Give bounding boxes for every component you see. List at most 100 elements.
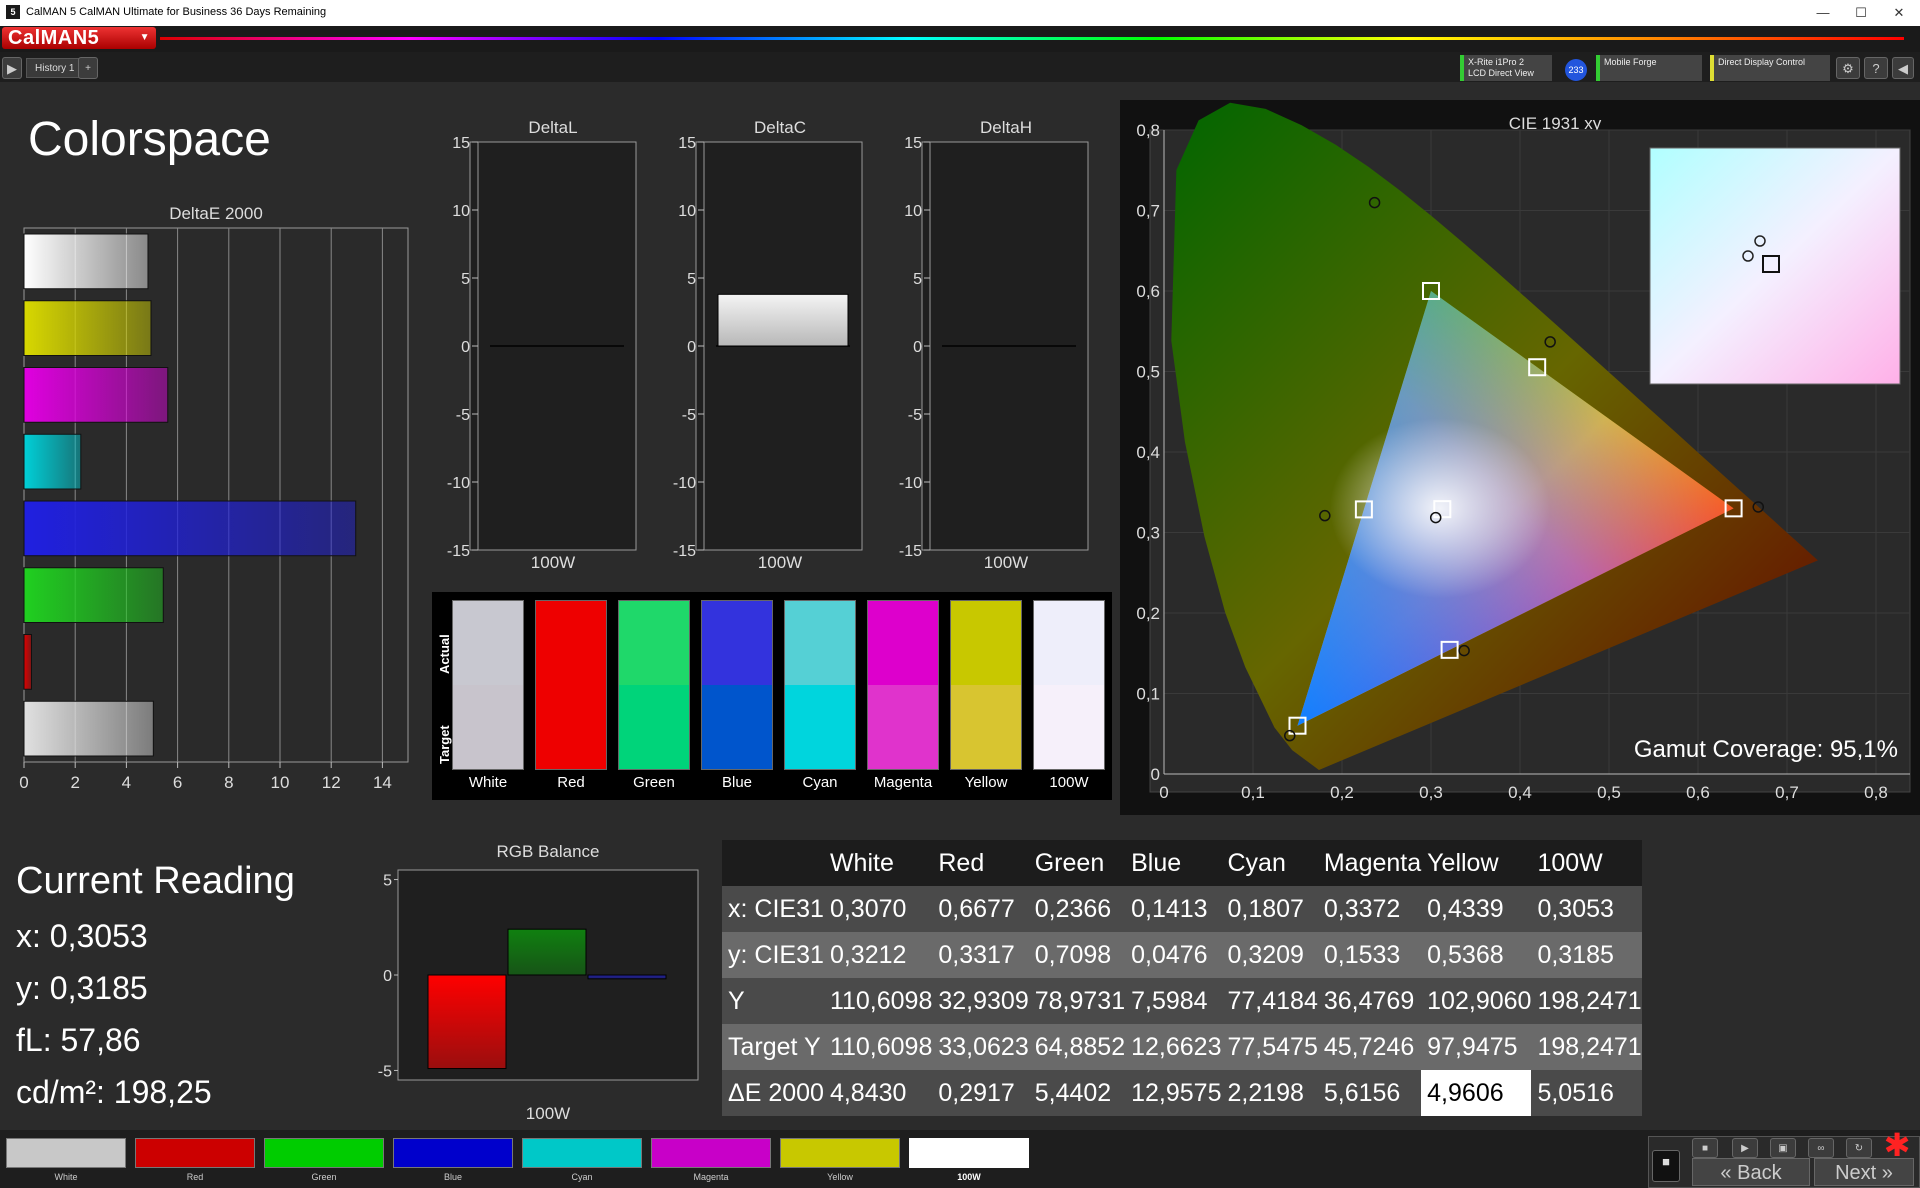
calman-menu-button[interactable]: CalMAN5 ▼	[2, 27, 156, 49]
bottom-swatch-magenta[interactable]	[651, 1138, 771, 1168]
meter-badge[interactable]: 233	[1565, 59, 1587, 81]
table-cell[interactable]: 5,4402	[1028, 1070, 1126, 1116]
source-selector[interactable]: Mobile Forge	[1596, 55, 1702, 81]
table-cell[interactable]: 0,1413	[1125, 886, 1222, 932]
collapse-icon[interactable]: ◀	[1892, 57, 1914, 79]
table-cell[interactable]: 0,3212	[823, 932, 933, 978]
table-cell[interactable]: 0,2917	[932, 1070, 1029, 1116]
table-cell[interactable]: 0,3185	[1531, 932, 1642, 978]
deltal-xlabel: 100W	[530, 553, 576, 572]
table-row: Y 110,6098 32,9309 78,9731 7,5984 77,4184 36,4…	[722, 978, 1642, 1024]
table-cell[interactable]: 0,5368	[1421, 932, 1532, 978]
table-cell[interactable]: 0,4339	[1421, 886, 1532, 932]
cie-x-tick-label: 0,1	[1241, 783, 1265, 802]
table-cell[interactable]: 77,5475	[1221, 1024, 1318, 1070]
add-tab-icon[interactable]: +	[78, 57, 98, 79]
cie-y-tick-label: 0,6	[1136, 282, 1160, 301]
page-title: Colorspace	[28, 113, 271, 166]
table-cell[interactable]: 2,2198	[1221, 1070, 1318, 1116]
table-cell[interactable]: 12,9575	[1125, 1070, 1222, 1116]
delta-tick-label: 10	[678, 203, 696, 220]
close-button[interactable]: ✕	[1876, 0, 1920, 26]
table-cell[interactable]: 0,0476	[1125, 932, 1222, 978]
delta-tick-label: 0	[461, 339, 470, 356]
gear-icon[interactable]: ⚙	[1836, 57, 1860, 79]
deltac-xlabel: 100W	[757, 553, 803, 572]
asterisk-icon[interactable]: ✱	[1882, 1129, 1912, 1161]
bottom-swatch-blue[interactable]	[393, 1138, 513, 1168]
bottom-swatch-white[interactable]	[6, 1138, 126, 1168]
table-cell[interactable]: 0,3053	[1531, 886, 1642, 932]
table-cell[interactable]: 7,5984	[1125, 978, 1222, 1024]
delta-tick-label: 15	[452, 135, 470, 152]
cie-panel: CIE 1931 xy 0 0,1 0,2 0,3 0,4 0,5 0,6 0,…	[1120, 100, 1920, 815]
bottom-swatch-green[interactable]	[264, 1138, 384, 1168]
bottom-swatch-red[interactable]	[135, 1138, 255, 1168]
table-cell[interactable]: 36,4769	[1317, 978, 1422, 1024]
swatch-target	[785, 685, 855, 769]
table-cell[interactable]: 0,3317	[932, 932, 1029, 978]
swatch-label: Red	[557, 774, 585, 791]
table-cell[interactable]: 78,9731	[1028, 978, 1126, 1024]
swatch-label: Blue	[721, 774, 753, 791]
table-cell[interactable]: 0,3209	[1221, 932, 1318, 978]
delta-tick-label: 15	[904, 135, 922, 152]
table-row: ΔE 2000 4,8430 0,2917 5,4402 12,9575 2,2198 5,…	[722, 1070, 1642, 1116]
table-header-cell: 100W	[1531, 840, 1642, 886]
table-cell[interactable]: 0,1807	[1221, 886, 1318, 932]
delta-tick-label: -10	[673, 475, 696, 492]
current-reading-title: Current Reading	[16, 860, 295, 902]
table-cell[interactable]: 110,6098	[823, 1024, 933, 1070]
stop-button-icon[interactable]: ■	[1692, 1138, 1718, 1158]
table-cell[interactable]: 32,9309	[932, 978, 1029, 1024]
meter-selector[interactable]: X-Rite i1Pro 2 LCD Direct View	[1460, 55, 1552, 81]
bottom-swatch-100w[interactable]	[909, 1138, 1029, 1168]
table-cell[interactable]: 198,2471	[1531, 1024, 1642, 1070]
next-button[interactable]: Next »	[1814, 1158, 1914, 1186]
window-title: CalMAN 5 CalMAN Ultimate for Business 36…	[26, 6, 327, 18]
table-cell[interactable]: 0,1533	[1317, 932, 1422, 978]
table-cell[interactable]: 64,8852	[1028, 1024, 1126, 1070]
delta-tick-label: 0	[913, 339, 922, 356]
table-cell[interactable]: 0,3372	[1317, 886, 1422, 932]
table-cell[interactable]: 77,4184	[1221, 978, 1318, 1024]
deltae-tick-label: 4	[122, 773, 131, 792]
play-icon[interactable]: ▶	[2, 57, 22, 79]
table-cell[interactable]: 0,6677	[932, 886, 1029, 932]
save-icon[interactable]: ▣	[1770, 1138, 1796, 1158]
table-header-cell: Green	[1028, 840, 1126, 886]
table-cell[interactable]: 0,2366	[1028, 886, 1126, 932]
help-icon[interactable]: ?	[1864, 57, 1888, 79]
bottom-swatch-yellow[interactable]	[780, 1138, 900, 1168]
table-cell[interactable]: 33,0623	[932, 1024, 1029, 1070]
table-cell[interactable]: 0,7098	[1028, 932, 1126, 978]
display-control-selector[interactable]: Direct Display Control	[1710, 55, 1830, 81]
table-cell[interactable]: 110,6098	[823, 978, 933, 1024]
swatch-target	[536, 685, 606, 769]
loop-icon[interactable]: ∞	[1808, 1138, 1834, 1158]
table-cell[interactable]: 45,7246	[1317, 1024, 1422, 1070]
table-cell[interactable]: 198,2471	[1531, 978, 1642, 1024]
back-button[interactable]: « Back	[1692, 1158, 1810, 1186]
table-cell[interactable]: 97,9475	[1421, 1024, 1532, 1070]
next-arrow-icon: »	[1881, 1162, 1893, 1184]
table-cell[interactable]: 102,9060	[1421, 978, 1532, 1024]
swatch-actual	[619, 601, 689, 685]
white-point-glow	[1329, 418, 1550, 599]
stop-icon[interactable]: ■	[1652, 1150, 1680, 1182]
table-cell[interactable]: 12,6623	[1125, 1024, 1222, 1070]
gamut-value: 95,1%	[1829, 736, 1898, 763]
cie-y-tick-label: 0,7	[1136, 202, 1160, 221]
table-cell[interactable]: 5,0516	[1531, 1070, 1642, 1116]
refresh-icon[interactable]: ↻	[1846, 1138, 1872, 1158]
table-cell[interactable]: 4,9606	[1421, 1070, 1532, 1116]
deltae-tick-label: 14	[373, 773, 392, 792]
play-button-icon[interactable]: ▶	[1732, 1138, 1758, 1158]
table-header-row: White Red Green Blue Cyan Magenta Yellow 100W	[722, 840, 1642, 886]
table-cell[interactable]: 5,6156	[1317, 1070, 1422, 1116]
table-cell[interactable]: 4,8430	[823, 1070, 933, 1116]
bottom-swatch-cyan[interactable]	[522, 1138, 642, 1168]
history-tab[interactable]: History 1	[26, 58, 84, 78]
deltae-bar-magenta	[23, 367, 169, 423]
table-cell[interactable]: 0,3070	[823, 886, 933, 932]
